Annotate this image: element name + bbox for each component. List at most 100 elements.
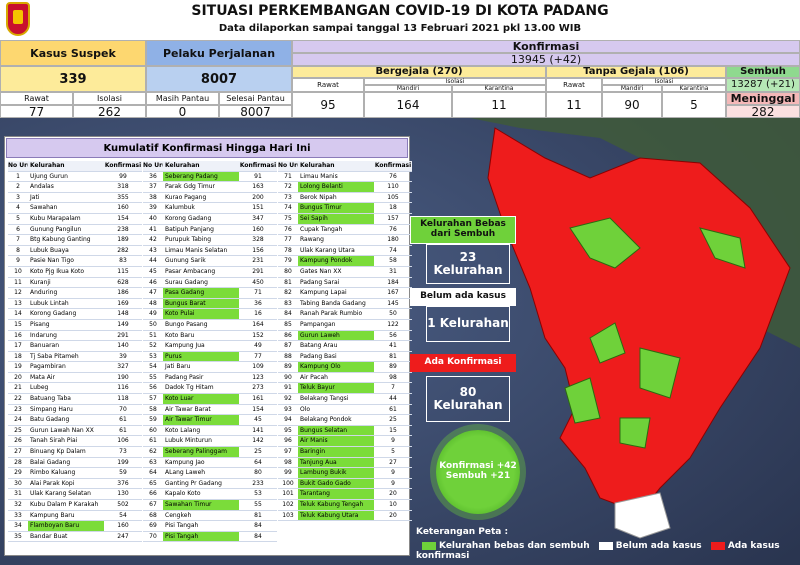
kelurahan-name: Surau Gadang — [165, 278, 208, 286]
konfirmasi-count: 233 — [252, 479, 264, 487]
konfirmasi-count: 151 — [252, 204, 264, 212]
kelurahan-name: Pisang — [30, 320, 50, 328]
row-number: 14 — [14, 310, 22, 318]
table-row: 53 Purus 77 — [143, 351, 277, 363]
konfirmasi-count: 152 — [252, 331, 264, 339]
row-number: 27 — [14, 448, 22, 456]
row-number: 12 — [14, 289, 22, 297]
konfirmasi-count: 149 — [117, 320, 129, 328]
table-column: No UrutKelurahan Konfirmasi 36 Seberang Pad… — [143, 161, 277, 543]
konfirmasi-count: 49 — [254, 342, 262, 350]
kelurahan-name: Simpang Haru — [30, 405, 73, 413]
table-row: 93 Olo 61 — [278, 405, 412, 416]
kelurahan-name: Purupuk Tabing — [165, 236, 212, 244]
row-number: 82 — [284, 289, 292, 297]
table-row: 77 Rawang 180 — [278, 235, 412, 246]
tanpa-karantina-label: Karantina — [662, 85, 726, 92]
region-green-6 — [619, 417, 651, 449]
row-number: 94 — [284, 416, 292, 424]
konfirmasi-count: 58 — [389, 257, 397, 265]
konfirmasi-count: 157 — [387, 214, 399, 222]
konfirmasi-count: 9 — [391, 469, 395, 477]
konfirmasi-count: 81 — [254, 511, 262, 519]
konfirmasi-count: 27 — [389, 458, 397, 466]
table-row: 96 Air Manis 9 — [278, 436, 412, 448]
konfirmasi-count: 502 — [117, 501, 129, 508]
kelurahan-name: Sawahan Timur — [163, 500, 239, 510]
konfirmasi-count: 56 — [389, 331, 397, 339]
row-number: 80 — [284, 267, 292, 275]
kelurahan-name: Andalas — [30, 183, 54, 191]
konfirmasi-count: 169 — [117, 299, 129, 307]
kelurahan-name: Ujung Gurun — [30, 172, 68, 180]
bergejala-rawat-value: 95 — [292, 92, 364, 118]
konfirmasi-count: 20 — [389, 511, 397, 519]
konfirmasi-count: 161 — [252, 395, 264, 403]
konfirmasi-count: 73 — [119, 448, 127, 456]
konfirmasi-count: 25 — [254, 448, 262, 456]
row-number: 93 — [284, 405, 292, 413]
row-number: 4 — [16, 204, 20, 212]
table-header-cell: No Urut — [278, 162, 298, 169]
row-number: 19 — [14, 363, 22, 371]
row-number: 2 — [16, 183, 20, 191]
kelurahan-name: ALang Laweh — [165, 469, 206, 477]
kelurahan-name: Binuang Kp Dalam — [30, 448, 86, 456]
row-number: 25 — [14, 426, 22, 434]
konfirmasi-count: 273 — [252, 384, 264, 392]
row-number: 96 — [284, 437, 292, 445]
row-number: 59 — [149, 416, 157, 424]
konfirmasi-count: 64 — [254, 458, 262, 466]
row-number: 66 — [149, 490, 157, 498]
table-row: 43 Limau Manis Selatan 156 — [143, 246, 277, 257]
belum-count: 1 Kelurahan — [426, 306, 510, 342]
konfirmasi-count: 84 — [254, 522, 262, 530]
table-row: 18 Tj Saba Pitameh 39 — [8, 352, 142, 363]
kelurahan-name: Jati Baru — [165, 363, 191, 371]
row-number: 56 — [149, 384, 157, 392]
table-row: 20 Mata Air 190 — [8, 373, 142, 384]
table-row: 83 Tabing Banda Gadang 145 — [278, 299, 412, 310]
konfirmasi-count: 7 — [391, 384, 395, 392]
table-row: 37 Parak Gdg Timur 163 — [143, 182, 277, 193]
kelurahan-name: Berok Nipah — [300, 193, 337, 201]
meninggal-label: Meninggal — [726, 92, 800, 105]
kelurahan-name: Bungus Barat — [163, 298, 239, 309]
row-number: 79 — [284, 257, 292, 265]
kelurahan-name: Ulak Karang Selatan — [30, 490, 91, 498]
kelurahan-name: Kampung Olo — [298, 362, 374, 372]
konfirmasi-count: 154 — [252, 405, 264, 413]
konfirmasi-count: 190 — [117, 373, 129, 381]
kelurahan-name: Banuaran — [30, 342, 60, 350]
kelurahan-name: Tanjung Aua — [298, 457, 374, 468]
row-number: 62 — [149, 448, 157, 456]
table-row: 82 Kampung Lapai 167 — [278, 288, 412, 299]
konfirmasi-count: 16 — [254, 310, 262, 318]
kelurahan-name: Purus — [163, 351, 239, 362]
table-row: 95 Bungus Selatan 15 — [278, 425, 412, 437]
table-row: 97 Baringin 5 — [278, 447, 412, 458]
konfirmasi-count: 105 — [387, 193, 399, 201]
kelurahan-name: Belakang Tangsi — [300, 395, 349, 403]
table-header-cell: No Urut — [143, 162, 163, 169]
table-column: No UrutKelurahanKonfirmasi71Limau Manis7… — [278, 161, 412, 522]
kelurahan-name: Air Tawar Timur — [163, 415, 239, 425]
map-legend: Keterangan Peta : Kelurahan bebas dan se… — [416, 527, 800, 563]
konfirmasi-count: 231 — [252, 257, 264, 265]
konfirmasi-count: 74 — [389, 246, 397, 254]
suspek-rawat-value: 77 — [0, 105, 73, 118]
table-row: 81 Padang Sarai 184 — [278, 278, 412, 289]
table-row: 1 Ujung Gurun 99 — [8, 172, 142, 183]
bergejala-karantina-label: Karantina — [452, 85, 546, 92]
kelurahan-name: Batang Arau — [300, 342, 338, 350]
kelurahan-name: Tanah Sirah Piai — [30, 437, 78, 445]
row-number: 47 — [149, 289, 157, 297]
konfirmasi-label: Konfirmasi — [292, 40, 800, 53]
tanpa-isolasi-label: Isolasi — [602, 78, 726, 85]
table-row: 102 Teluk Kabung Tengah 10 — [278, 500, 412, 511]
row-number: 89 — [284, 363, 292, 371]
kelurahan-name: Ulak Karang Utara — [300, 246, 355, 254]
bergejala-isolasi-label: Isolasi — [364, 78, 546, 85]
konfirmasi-count: 70 — [119, 405, 127, 413]
table-row: 17 Banuaran 140 — [8, 341, 142, 352]
